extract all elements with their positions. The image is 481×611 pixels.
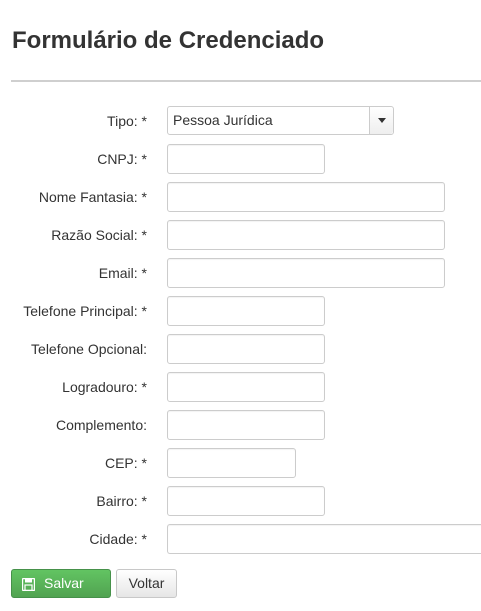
tipo-selected-value: Pessoa Jurídica <box>173 112 273 128</box>
telefone-principal-label: Telefone Principal: * <box>23 303 147 319</box>
cep-input[interactable] <box>167 448 296 478</box>
form-row-cep: CEP: * <box>0 448 481 478</box>
page-title: Formulário de Credenciado <box>12 27 325 54</box>
save-button-label: Salvar <box>44 575 84 591</box>
form-row-bairro: Bairro: * <box>0 486 481 516</box>
form-row-cidade: Cidade: * <box>0 524 481 554</box>
razao-social-input[interactable] <box>167 220 445 250</box>
form-row-tipo: Tipo: * Pessoa Jurídica <box>0 106 481 136</box>
complemento-input[interactable] <box>167 410 325 440</box>
tipo-label: Tipo: * <box>107 113 147 129</box>
tipo-select[interactable]: Pessoa Jurídica <box>167 106 394 135</box>
telefone-principal-input[interactable] <box>167 296 325 326</box>
telefone-opcional-label: Telefone Opcional: <box>31 341 147 357</box>
title-divider <box>11 80 481 82</box>
complemento-label: Complemento: <box>55 417 147 433</box>
razao-social-label: Razão Social: * <box>51 227 147 243</box>
nome-fantasia-input[interactable] <box>167 182 445 212</box>
cnpj-input[interactable] <box>167 144 325 174</box>
nome-fantasia-label: Nome Fantasia: * <box>38 189 147 205</box>
logradouro-label: Logradouro: * <box>62 379 147 395</box>
back-button-label: Voltar <box>128 575 165 591</box>
form-row-razao-social: Razão Social: * <box>0 220 481 250</box>
email-input[interactable] <box>167 258 445 288</box>
bairro-label: Bairro: * <box>96 493 147 509</box>
logradouro-input[interactable] <box>167 372 325 402</box>
form-row-telefone-principal: Telefone Principal: * <box>0 296 481 326</box>
form-row-email: Email: * <box>0 258 481 288</box>
email-label: Email: * <box>98 265 147 281</box>
telefone-opcional-input[interactable] <box>167 334 325 364</box>
cidade-label: Cidade: * <box>89 531 147 547</box>
form-row-nome-fantasia: Nome Fantasia: * <box>0 182 481 212</box>
save-button[interactable]: Salvar <box>11 569 111 598</box>
cidade-input[interactable] <box>167 524 481 554</box>
dropdown-toggle-button[interactable] <box>369 107 393 134</box>
cnpj-label: CNPJ: * <box>97 151 147 167</box>
cep-label: CEP: * <box>104 455 147 471</box>
bairro-input[interactable] <box>167 486 325 516</box>
form-row-logradouro: Logradouro: * <box>0 372 481 402</box>
form-row-cnpj: CNPJ: * <box>0 144 481 174</box>
form-row-complemento: Complemento: <box>0 410 481 440</box>
floppy-disk-icon <box>22 578 35 591</box>
form-row-telefone-opcional: Telefone Opcional: <box>0 334 481 364</box>
caret-down-icon <box>378 118 386 123</box>
back-button[interactable]: Voltar <box>116 569 177 598</box>
